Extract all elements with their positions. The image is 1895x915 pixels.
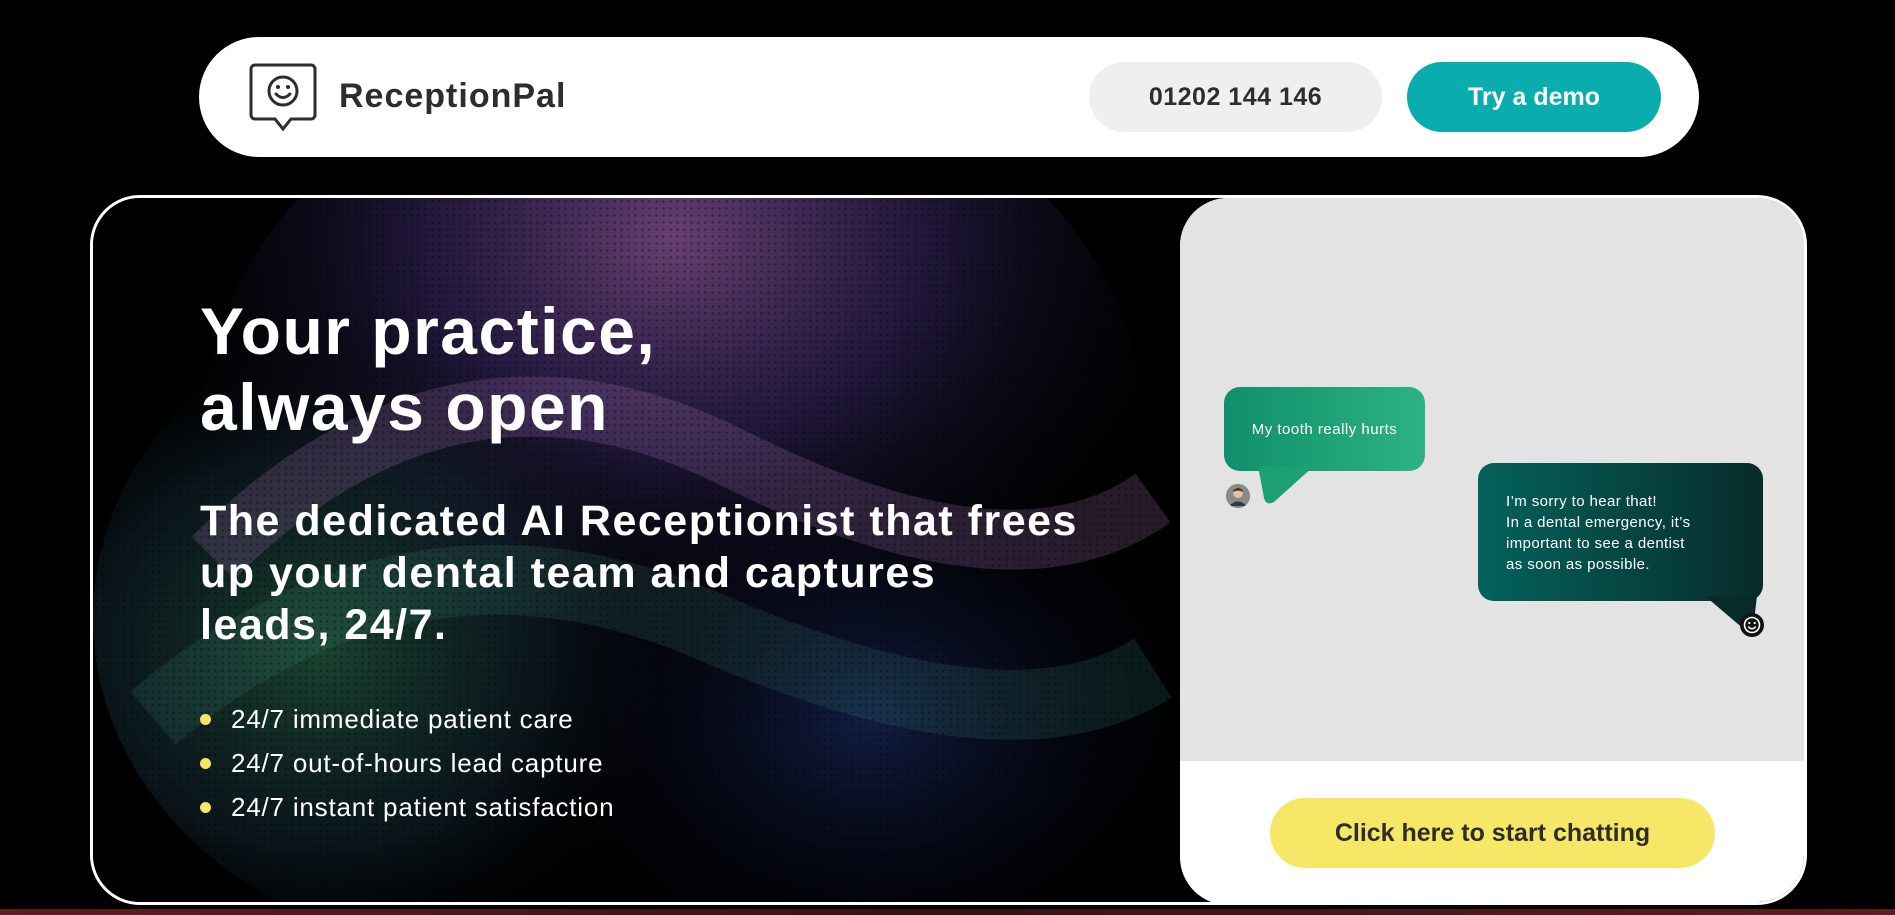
user-message-text: My tooth really hurts <box>1251 420 1398 438</box>
list-item: 24/7 instant patient satisfaction <box>200 785 1160 829</box>
bullet-dot-icon <box>200 713 211 725</box>
page-title: Your practice, always open <box>200 293 800 445</box>
headline-line-1: Your practice, <box>200 294 657 368</box>
chat-preview-panel: My tooth really hurts I’m sorry to hear … <box>1180 198 1804 902</box>
smiley-bot-icon <box>1740 613 1764 637</box>
user-bubble-tail <box>1258 466 1314 504</box>
chat-message-area: My tooth really hurts I’m sorry to hear … <box>1180 198 1804 761</box>
brand-name[interactable]: ReceptionPal <box>339 77 566 116</box>
bot-message-line: In a dental emergency, it’s <box>1506 514 1691 531</box>
headline-line-2: always open <box>200 370 609 444</box>
bot-message-line: important to see a dentist <box>1506 535 1685 552</box>
page: ReceptionPal 01202 144 146 Try a demo Yo… <box>0 0 1895 915</box>
phone-number-button[interactable]: 01202 144 146 <box>1089 62 1382 132</box>
bot-message-line: as soon as possible. <box>1506 556 1650 573</box>
list-item: 24/7 immediate patient care <box>200 697 1160 741</box>
try-demo-button[interactable]: Try a demo <box>1407 62 1661 132</box>
smiley-chat-bubble-icon[interactable] <box>247 61 319 135</box>
bot-message-line: I’m sorry to hear that! <box>1506 493 1657 510</box>
feature-label: 24/7 out-of-hours lead capture <box>231 747 604 778</box>
feature-label: 24/7 instant patient satisfaction <box>231 791 615 822</box>
top-navigation-bar: ReceptionPal 01202 144 146 Try a demo <box>199 37 1699 157</box>
user-message-bubble: My tooth really hurts <box>1224 387 1425 471</box>
bottom-edge-strip <box>0 909 1895 915</box>
start-chatting-button[interactable]: Click here to start chatting <box>1270 798 1715 868</box>
hero-text-block: Your practice, always open The dedicated… <box>200 293 1160 829</box>
hero-subheadline: The dedicated AI Receptionist that frees… <box>200 497 1078 649</box>
bullet-dot-icon <box>200 757 211 769</box>
feature-list: 24/7 immediate patient care 24/7 out-of-… <box>200 697 1160 829</box>
hero-card: Your practice, always open The dedicated… <box>90 195 1807 905</box>
bot-message-bubble: I’m sorry to hear that! In a dental emer… <box>1478 463 1763 601</box>
bullet-dot-icon <box>200 801 211 813</box>
list-item: 24/7 out-of-hours lead capture <box>200 741 1160 785</box>
user-avatar <box>1226 484 1250 508</box>
feature-label: 24/7 immediate patient care <box>231 703 574 734</box>
